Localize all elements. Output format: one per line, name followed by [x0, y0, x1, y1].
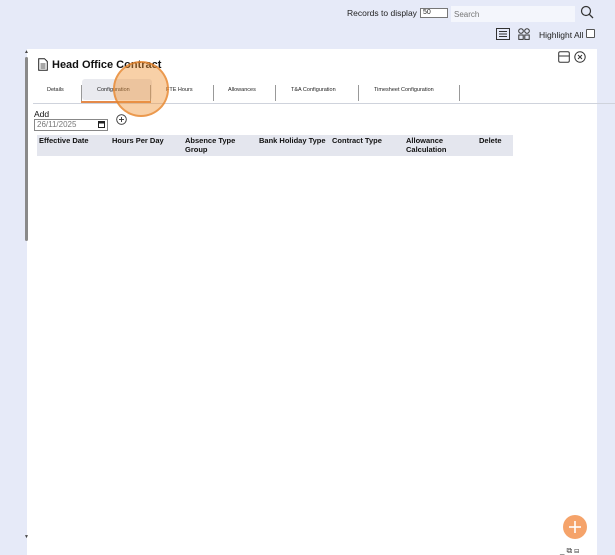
tab-separator — [275, 85, 276, 101]
column-header-allowance-calculation[interactable]: Allowance Calculation — [406, 136, 466, 154]
tab-fte-hours[interactable]: FTE Hours — [166, 82, 193, 103]
add-circle-icon[interactable] — [116, 114, 127, 125]
document-icon — [38, 58, 48, 71]
records-label: Records to display — [347, 8, 417, 18]
add-label: Add — [34, 109, 50, 119]
close-circle-icon[interactable] — [574, 51, 586, 63]
column-header-effective-date[interactable]: Effective Date — [39, 136, 109, 146]
tab-separator — [459, 85, 460, 101]
tab-timesheet-configuration[interactable]: Timesheet Configuration — [374, 82, 434, 103]
tab-ta-configuration[interactable]: T&A Configuration — [291, 82, 336, 103]
tab-allowances[interactable]: Allowances — [228, 82, 256, 103]
calendar-icon[interactable] — [98, 121, 105, 128]
scroll-down-arrow-icon[interactable]: ▼ — [24, 534, 29, 540]
column-header-hours-per-day[interactable]: Hours Per Day — [112, 136, 182, 146]
list-view-icon[interactable] — [496, 28, 510, 40]
effective-date-input[interactable]: 26/11/2025 — [34, 119, 108, 131]
search-icon[interactable] — [580, 5, 594, 19]
column-header-contract-type[interactable]: Contract Type — [332, 136, 392, 146]
highlight-all-label: Highlight All — [539, 30, 584, 40]
plus-icon[interactable] — [568, 520, 582, 534]
panel-layout-icon[interactable] — [558, 51, 570, 63]
scroll-up-arrow-icon[interactable]: ▲ — [24, 49, 29, 55]
tab-details[interactable]: Details — [47, 82, 64, 103]
contract-panel — [27, 49, 597, 555]
scrollbar-thumb[interactable] — [25, 57, 28, 241]
column-header-delete[interactable]: Delete — [479, 136, 513, 146]
tab-separator — [213, 85, 214, 101]
window-controls-icon[interactable]: _⧉⊟ — [560, 546, 581, 555]
table-header: Effective Date Hours Per Day Absence Typ… — [37, 135, 513, 156]
highlight-all-checkbox[interactable] — [586, 29, 595, 38]
tab-separator — [81, 85, 82, 101]
search-input[interactable] — [451, 6, 575, 22]
records-input[interactable]: 50 — [420, 8, 448, 18]
grid-view-icon[interactable] — [518, 28, 530, 40]
column-header-bank-holiday-type[interactable]: Bank Holiday Type — [259, 136, 331, 146]
top-toolbar: Records to display 50 Highlight All — [0, 0, 615, 50]
tab-separator — [358, 85, 359, 101]
column-header-absence-type-group[interactable]: Absence Type Group — [185, 136, 247, 154]
click-indicator — [113, 61, 169, 117]
